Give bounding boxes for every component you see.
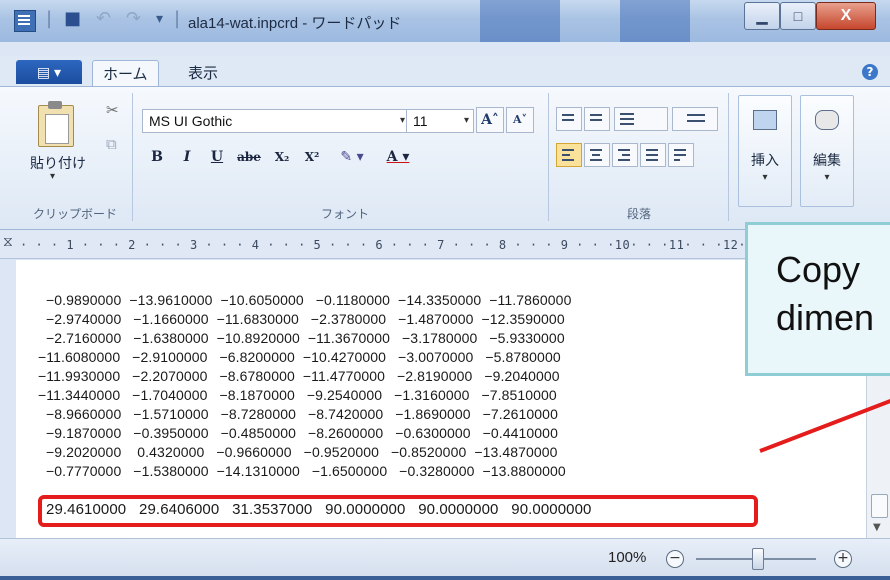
italic-button[interactable]: I: [176, 145, 198, 169]
font-color-button[interactable]: A ▾: [378, 145, 418, 169]
wordpad-window: | ■ ↶ ↷ ▾ | ala14-wat.inpcrd - ワードパッド ▁ …: [0, 0, 890, 580]
callout-box: Copy dimen: [745, 222, 890, 376]
document-line: −11.9930000 −2.2070000 −8.6780000 −11.47…: [38, 368, 560, 384]
shrink-font-button[interactable]: A˅: [506, 107, 534, 133]
file-menu-button[interactable]: ▤ ▾: [16, 60, 82, 84]
subscript-button[interactable]: X₂: [270, 145, 294, 169]
justify-button[interactable]: [640, 143, 666, 167]
title-bar: | ■ ↶ ↷ ▾ | ala14-wat.inpcrd - ワードパッド ▁ …: [0, 0, 890, 42]
window-bottom-edge: [0, 576, 890, 580]
chevron-down-icon: ▾: [463, 115, 469, 126]
zoom-in-button[interactable]: +: [834, 550, 852, 568]
font-group-label: フォント: [320, 207, 369, 221]
insert-button[interactable]: 挿入 ▾: [738, 95, 792, 207]
clipboard-group-label: クリップボード: [32, 207, 117, 221]
customize-quick-access-icon[interactable]: ▾: [156, 11, 163, 27]
picture-icon: [753, 110, 777, 130]
align-center-button[interactable]: [584, 143, 610, 167]
indent-marker-icon[interactable]: ⧖: [3, 234, 13, 250]
zoom-level: 100%: [608, 549, 647, 566]
paste-dropdown-icon[interactable]: ▾: [50, 171, 55, 182]
close-button[interactable]: X: [816, 2, 876, 30]
document-line: −11.3440000 −1.7040000 −8.1870000 −9.254…: [38, 387, 557, 403]
paragraph-settings-button[interactable]: [668, 143, 694, 167]
ribbon: 貼り付け ▾ ✂ ⧉ クリップボード MS UI Gothic ▾ 11 ▾ A…: [0, 86, 890, 230]
edit-button[interactable]: 編集 ▾: [800, 95, 854, 207]
ribbon-tabs: ▤ ▾ ホーム 表示 ?: [0, 56, 890, 87]
callout-text-line2: dimen: [776, 297, 875, 338]
align-left-button[interactable]: [556, 143, 582, 167]
increase-indent-button[interactable]: [584, 107, 610, 131]
document-line: −8.9660000 −1.5710000 −8.7280000 −8.7420…: [38, 406, 558, 422]
font-size-select[interactable]: 11 ▾: [406, 109, 474, 133]
decrease-indent-button[interactable]: [556, 107, 582, 131]
group-divider: [728, 93, 729, 221]
app-menu-icon[interactable]: [14, 10, 36, 32]
bold-button[interactable]: B: [146, 145, 168, 169]
zoom-out-button[interactable]: −: [666, 550, 684, 568]
background-block: [480, 0, 560, 42]
chevron-down-icon: ▾: [824, 172, 830, 183]
font-family-value: MS UI Gothic: [149, 113, 233, 129]
group-divider: [548, 93, 549, 221]
undo-icon[interactable]: ↶: [96, 8, 111, 29]
document-line: −9.2020000 0.4320000 −0.9660000 −0.95200…: [38, 444, 558, 460]
paragraph-group-label: 段落: [626, 207, 651, 221]
help-icon[interactable]: ?: [862, 64, 878, 80]
highlight-color-button[interactable]: ✎ ▾: [332, 145, 372, 169]
scroll-down-icon[interactable]: ▼: [873, 522, 881, 533]
underline-button[interactable]: U: [206, 145, 228, 169]
line-spacing-button[interactable]: [672, 107, 718, 131]
chevron-down-icon: ▾: [762, 172, 768, 183]
box-dimensions-highlight: [38, 495, 758, 527]
align-right-button[interactable]: [612, 143, 638, 167]
redo-icon[interactable]: ↷: [126, 8, 141, 29]
scrollbar-thumb[interactable]: [871, 494, 888, 518]
group-divider: [132, 93, 133, 221]
quick-access-separator: |: [46, 8, 53, 29]
paste-button-label[interactable]: 貼り付け: [30, 153, 86, 173]
callout-text-line1: Copy: [776, 249, 861, 290]
document-line: −0.7770000 −1.5380000 −14.1310000 −1.650…: [38, 463, 566, 479]
document-line: −0.9890000 −13.9610000 −10.6050000 −0.11…: [38, 292, 572, 308]
document-line: −11.6080000 −2.9100000 −6.8200000 −10.42…: [38, 349, 561, 365]
background-block: [620, 0, 690, 42]
document-line: −2.9740000 −1.1660000 −11.6830000 −2.378…: [38, 311, 565, 327]
ruler-scale: · · · 1 · · · 2 · · · 3 · · · 4 · · · 5 …: [20, 238, 801, 252]
minimize-button[interactable]: ▁: [744, 2, 780, 30]
copy-icon[interactable]: ⧉: [106, 135, 117, 153]
grow-font-button[interactable]: A˄: [476, 107, 504, 133]
cut-icon[interactable]: ✂: [106, 101, 119, 119]
document-line: −2.7160000 −1.6380000 −10.8920000 −11.36…: [38, 330, 565, 346]
save-icon[interactable]: ■: [64, 8, 81, 29]
bullet-list-button[interactable]: [614, 107, 668, 131]
quick-access-separator: |: [174, 8, 181, 29]
edit-button-label: 編集: [813, 153, 841, 169]
tab-view[interactable]: 表示: [178, 60, 228, 86]
document-line: −9.1870000 −0.3950000 −0.4850000 −8.2600…: [38, 425, 558, 441]
insert-button-label: 挿入: [751, 153, 779, 169]
status-bar: 100% − +: [0, 538, 890, 580]
paste-icon[interactable]: [38, 101, 74, 147]
zoom-slider-thumb[interactable]: [752, 548, 764, 570]
find-binoculars-icon: [815, 110, 839, 130]
font-size-value: 11: [413, 113, 428, 129]
window-title: ala14-wat.inpcrd - ワードパッド: [188, 15, 402, 32]
chevron-down-icon: ▾: [399, 115, 405, 126]
tab-home[interactable]: ホーム: [92, 60, 159, 87]
strikethrough-button[interactable]: abe: [232, 145, 266, 169]
font-family-select[interactable]: MS UI Gothic ▾: [142, 109, 410, 133]
maximize-button[interactable]: □: [780, 2, 816, 30]
superscript-button[interactable]: X²: [300, 145, 324, 169]
